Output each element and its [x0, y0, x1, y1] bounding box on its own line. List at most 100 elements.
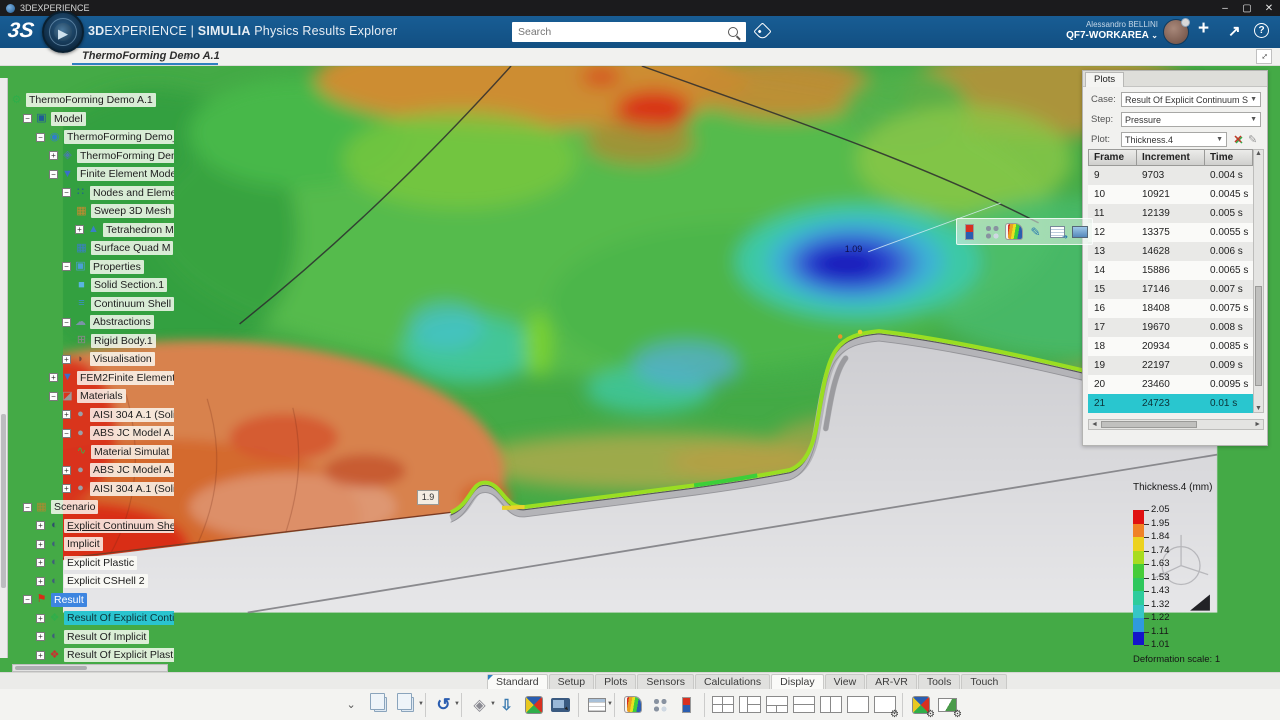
dropdown-plot[interactable]: Thickness.4▼ [1121, 132, 1227, 147]
tree-item[interactable]: −●ABS JC Model A.1 ( [62, 424, 174, 442]
table-row[interactable]: 21247230.01 s [1088, 394, 1253, 413]
tree-expander-plus-icon[interactable]: + [36, 614, 45, 623]
tree-item-label[interactable]: AISI 304 A.1 (Solid [90, 408, 174, 422]
tab-plots[interactable]: Plots [1085, 72, 1124, 87]
scroll-up-icon[interactable]: ▲ [1254, 150, 1263, 157]
scroll-left-icon[interactable]: ◄ [1091, 421, 1098, 428]
tree-expander-plus-icon[interactable]: + [36, 632, 45, 641]
tree-item[interactable]: ⊞Rigid Body.1 [75, 332, 156, 350]
column-header-frame[interactable]: Frame [1088, 149, 1136, 166]
overflow-chevron-icon[interactable]: ⌄ [341, 692, 366, 717]
tree-expander-minus-icon[interactable]: − [62, 188, 71, 197]
tree-item-label[interactable]: Nodes and Element [90, 186, 174, 200]
results-cube-icon[interactable] [521, 692, 546, 717]
layout-quad-icon[interactable] [710, 692, 735, 717]
viewport-floating-toolbar[interactable]: ✎ [956, 218, 1093, 245]
layout-settings-icon[interactable] [872, 692, 897, 717]
table-row[interactable]: 10109210.0045 s [1088, 185, 1253, 204]
tree-expander-minus-icon[interactable]: − [23, 595, 32, 604]
tree-item[interactable]: +▼FEM2Finite Element M [49, 369, 174, 387]
tree-item-label[interactable]: Tetrahedron Me [103, 223, 174, 237]
table-row[interactable]: 15171460.007 s [1088, 280, 1253, 299]
section-view-icon[interactable]: ◈▼ [467, 692, 492, 717]
tab-view[interactable]: View [825, 674, 866, 690]
tree-item[interactable]: ≡Continuum Shell [75, 295, 174, 313]
column-header-time[interactable]: Time [1204, 149, 1253, 166]
contour-plot-icon[interactable] [620, 692, 645, 717]
scroll-down-icon[interactable]: ▼ [1254, 405, 1263, 412]
tree-expander-minus-icon[interactable]: − [62, 429, 71, 438]
tree-item[interactable]: ⚙ThermoForming Demo A.1 [10, 91, 156, 109]
dropdown-case[interactable]: Result Of Explicit Continuum Shell▼ [1121, 92, 1261, 107]
tree-expander-minus-icon[interactable]: − [36, 133, 45, 142]
tree-item-label[interactable]: Continuum Shell [91, 297, 174, 311]
scrollbar-thumb[interactable] [1, 414, 6, 588]
symbol-plot-icon[interactable] [647, 692, 672, 717]
close-button[interactable]: ✕ [1258, 3, 1280, 14]
tree-item[interactable]: +●AISI 304 A.1 (Solid [62, 480, 174, 498]
tree-item-label[interactable]: Result Of Explicit Plastic [64, 648, 174, 662]
tree-item[interactable]: +●AISI 304 A.1 (Solid [62, 406, 174, 424]
tree-item-label[interactable]: FEM2Finite Element M [77, 371, 174, 385]
new-tab-button[interactable]: + [184, 50, 191, 64]
tree-expander-minus-icon[interactable]: − [62, 318, 71, 327]
tree-item-label[interactable]: ThermoForming Demo A.1 [26, 93, 156, 107]
tree-item[interactable]: −⚑Result [23, 591, 87, 609]
3d-compass[interactable]: ▶ [42, 11, 84, 53]
tree-expander-minus-icon[interactable]: − [23, 114, 32, 123]
tree-item-label[interactable]: Model [51, 112, 86, 126]
tree-expander-plus-icon[interactable]: + [75, 225, 84, 234]
legend-toggle-icon[interactable] [674, 692, 699, 717]
tree-item-label[interactable]: Explicit Plastic [64, 556, 137, 570]
tree-expander-plus-icon[interactable]: + [36, 651, 45, 660]
tree-item[interactable]: +●ABS JC Model A.1 ( [62, 461, 174, 479]
avatar[interactable] [1163, 19, 1189, 45]
tag-icon[interactable] [753, 22, 771, 40]
legend-toggle-icon[interactable] [960, 222, 979, 241]
tab-display[interactable]: Display [771, 674, 823, 690]
tree-item[interactable]: −▼Finite Element Model0 [49, 165, 174, 183]
tree-item-label[interactable]: Properties [90, 260, 144, 274]
tree-item-label[interactable]: AISI 304 A.1 (Solid [90, 482, 174, 496]
paste-icon[interactable]: ▼ [395, 692, 420, 717]
table-row[interactable]: 17196700.008 s [1088, 318, 1253, 337]
table-row[interactable]: 19221970.009 s [1088, 356, 1253, 375]
tree-item[interactable]: ▦Surface Quad M [75, 239, 173, 257]
tree-item-label[interactable]: Rigid Body.1 [91, 334, 156, 348]
table-row[interactable]: 12133750.0055 s [1088, 223, 1253, 242]
tree-item-label[interactable]: Finite Element Model0 [77, 167, 174, 181]
capture-icon[interactable] [548, 692, 573, 717]
tree-expander-plus-icon[interactable]: + [49, 373, 58, 382]
symbol-plot-icon[interactable] [982, 222, 1001, 241]
tab-setup[interactable]: Setup [549, 674, 594, 690]
chart-image-icon[interactable] [1070, 222, 1089, 241]
tree-item-label[interactable]: Explicit Continuum Shell [64, 519, 174, 533]
tree-expander-plus-icon[interactable]: + [62, 410, 71, 419]
tree-item-label[interactable]: ThermoForming Demo_De [64, 130, 174, 144]
tree-expander-plus-icon[interactable]: + [36, 540, 45, 549]
table-row[interactable]: 13146280.006 s [1088, 242, 1253, 261]
tree-item-label[interactable]: ABS JC Model A.1 ( [90, 463, 174, 477]
layout-vsplit-icon[interactable] [818, 692, 843, 717]
tree-item-label[interactable]: Materials [77, 389, 126, 403]
tree-expander-plus-icon[interactable]: + [62, 484, 71, 493]
tree-item[interactable]: ▦Sweep 3D Mesh [75, 202, 174, 220]
tree-item-label[interactable]: Scenario [51, 500, 98, 514]
document-tab[interactable]: ThermoForming Demo A.1 [82, 50, 220, 62]
tree-item-label[interactable]: Result Of Implicit [64, 630, 149, 644]
tree-expander-plus-icon[interactable]: + [62, 466, 71, 475]
scrollbar-thumb[interactable] [15, 666, 87, 670]
search-input[interactable] [512, 26, 728, 38]
dropdown-step[interactable]: Pressure▼ [1121, 112, 1261, 127]
plot-settings-icon[interactable] [908, 692, 933, 717]
tree-item-label[interactable]: Explicit CSHell 2 [64, 574, 148, 588]
tree-item[interactable]: −☁Abstractions [62, 313, 154, 331]
tree-vertical-scrollbar[interactable] [0, 78, 8, 658]
tree-expander-plus-icon[interactable]: + [49, 151, 58, 160]
contour-options-icon[interactable]: ✕ [1231, 133, 1245, 147]
scrollbar-thumb[interactable] [1101, 421, 1197, 428]
tree-item-label[interactable]: Surface Quad M [91, 241, 173, 255]
edit-plot-icon[interactable]: ✎ [1248, 133, 1257, 146]
tree-item[interactable]: +◐Result Of Implicit [36, 628, 149, 646]
tree-item-label[interactable]: ABS JC Model A.1 ( [90, 426, 174, 440]
